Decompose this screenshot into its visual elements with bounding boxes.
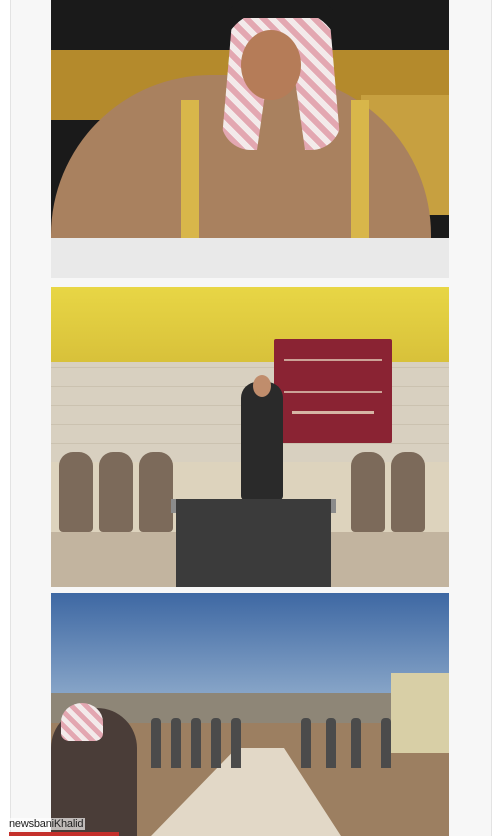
banner (274, 339, 392, 443)
crowd-figure (381, 718, 391, 768)
crowd-figure (171, 718, 181, 768)
banner-caption (292, 411, 374, 414)
crowd-figure (231, 718, 241, 768)
attendee (59, 452, 93, 532)
watermark-bar (9, 832, 119, 836)
crowd-figure (326, 718, 336, 768)
crowd-figure (191, 718, 201, 768)
attendee (391, 452, 425, 532)
crowd-figure (211, 718, 221, 768)
attendee (139, 452, 173, 532)
attendee (99, 452, 133, 532)
desk (51, 238, 449, 278)
sky (51, 593, 449, 698)
watermark-text: newsbaniKhalid (7, 818, 86, 830)
cloak-trim-right (351, 100, 369, 250)
crowd-figure (301, 718, 311, 768)
photo-tent-gathering[interactable] (51, 287, 449, 587)
face (241, 30, 301, 100)
foreground-headscarf (61, 703, 103, 741)
speaker-head (253, 375, 271, 397)
cloak-trim-left (181, 100, 199, 250)
agal-band (229, 6, 333, 18)
photo-portrait[interactable] (51, 0, 449, 278)
banner-calligraphy (284, 359, 382, 393)
crowd-figure (351, 718, 361, 768)
podium (176, 499, 331, 587)
photo-outdoor-crowd[interactable] (51, 593, 449, 836)
crowd-figure (151, 718, 161, 768)
tent (391, 673, 449, 753)
attendee (351, 452, 385, 532)
speaker (241, 382, 283, 500)
